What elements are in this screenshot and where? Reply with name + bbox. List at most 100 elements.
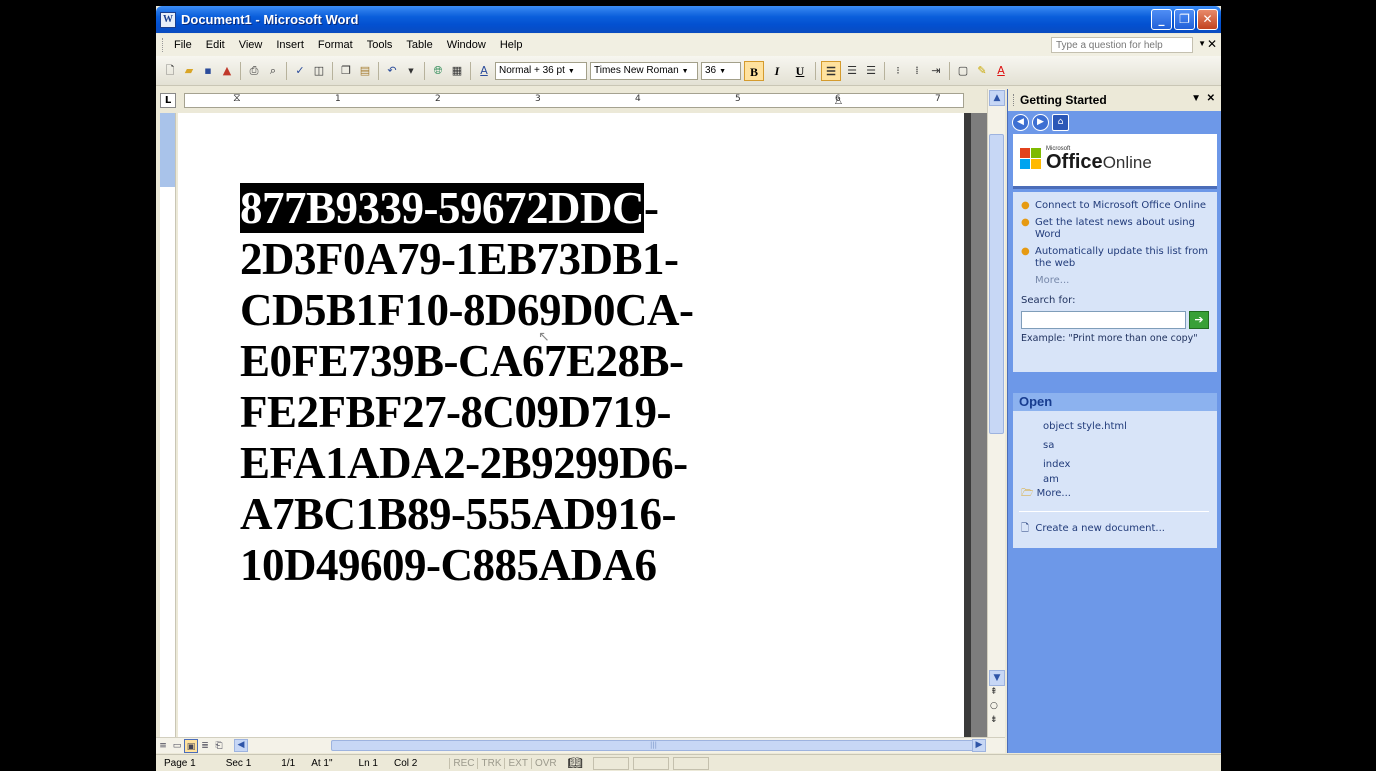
vertical-ruler[interactable] bbox=[160, 113, 176, 738]
title-bar[interactable]: W Document1 - Microsoft Word _ ❐ ✕ bbox=[156, 6, 1221, 33]
scroll-up-icon[interactable]: ▲ bbox=[989, 90, 1005, 106]
text-line[interactable]: 10D49609-C885ADA6 bbox=[240, 540, 693, 591]
recent-file[interactable]: index bbox=[1043, 455, 1217, 474]
menu-format[interactable]: Format bbox=[311, 39, 360, 51]
back-icon[interactable]: ◀ bbox=[1012, 114, 1029, 131]
styles-icon[interactable]: A bbox=[476, 63, 492, 79]
horizontal-scroll-thumb[interactable]: ||| bbox=[331, 740, 976, 751]
search-input[interactable] bbox=[1021, 311, 1186, 329]
spelling-icon[interactable]: ✓ bbox=[292, 63, 308, 79]
link-auto-update[interactable]: Automatically update this list from the … bbox=[1035, 246, 1211, 270]
table-icon[interactable]: ▦ bbox=[449, 63, 465, 79]
italic-button[interactable]: I bbox=[767, 61, 787, 81]
task-pane-title[interactable]: Getting Started bbox=[1020, 93, 1107, 107]
text-line[interactable]: CD5B1F10-8D69D0CA- bbox=[240, 285, 694, 336]
scroll-left-icon[interactable]: ◀ bbox=[234, 739, 248, 752]
text-line[interactable]: A7BC1B89-555AD916- bbox=[240, 489, 693, 540]
close-document-icon[interactable]: ✕ bbox=[1207, 37, 1217, 51]
link-connect-office-online[interactable]: Connect to Microsoft Office Online bbox=[1035, 200, 1206, 212]
print-icon[interactable]: ⎙ bbox=[246, 63, 262, 79]
size-combo[interactable]: 36 ▼ bbox=[701, 61, 741, 80]
create-new-document-link[interactable]: 🗋 Create a new document... bbox=[1021, 521, 1165, 538]
web-view-icon[interactable]: ▭ bbox=[170, 739, 184, 753]
text-line[interactable]: EFA1ADA2-2B9299D6- bbox=[240, 438, 693, 489]
status-ovr[interactable]: OVR bbox=[530, 757, 560, 769]
font-combo[interactable]: Times New Roman ▼ bbox=[590, 61, 698, 80]
next-page-icon[interactable]: ⇟ bbox=[990, 715, 998, 725]
menu-window[interactable]: Window bbox=[440, 39, 493, 51]
menu-insert[interactable]: Insert bbox=[269, 39, 311, 51]
link-latest-news[interactable]: Get the latest news about using Word bbox=[1035, 217, 1211, 241]
open-more[interactable]: 🗁︎ More... bbox=[1013, 486, 1217, 503]
links-more[interactable]: More... bbox=[1021, 275, 1069, 287]
right-indent-icon[interactable]: △ bbox=[835, 96, 842, 106]
align-center-icon[interactable]: ☰ bbox=[844, 63, 860, 79]
text-line[interactable]: 877B9339-59672DDC- bbox=[240, 183, 693, 234]
recent-file[interactable]: am bbox=[1043, 474, 1217, 486]
menu-help[interactable]: Help bbox=[493, 39, 530, 51]
outline-view-icon[interactable]: ≣ bbox=[198, 739, 212, 753]
document-text[interactable]: 877B9339-59672DDC- 2D3F0A79-1EB73DB1- CD… bbox=[240, 183, 694, 591]
indent-marker-icon[interactable]: ⧖ bbox=[233, 91, 241, 105]
home-icon[interactable]: ⌂ bbox=[1052, 114, 1069, 131]
selected-text[interactable]: 877B9339-59672DDC bbox=[240, 183, 645, 233]
align-right-icon[interactable]: ☰ bbox=[863, 63, 879, 79]
font-color-icon[interactable]: A bbox=[993, 63, 1009, 79]
menu-grip[interactable] bbox=[162, 38, 165, 52]
print-view-icon[interactable]: ▣ bbox=[184, 738, 198, 753]
horizontal-ruler[interactable]: L 1 2 3 4 5 6 7 ⧖ △ bbox=[156, 89, 989, 113]
help-question-box[interactable]: Type a question for help bbox=[1051, 37, 1193, 53]
hyperlink-icon[interactable]: 🌐︎ bbox=[430, 63, 446, 79]
task-pane-header[interactable]: Getting Started ▼ ✕ bbox=[1008, 89, 1221, 111]
reading-view-icon[interactable]: ⎗ bbox=[212, 739, 226, 753]
maximize-button[interactable]: ❐ bbox=[1174, 9, 1195, 30]
vertical-scrollbar[interactable]: ▲ ▼ ⇞ ○ ⇟ bbox=[987, 89, 1005, 737]
menu-file[interactable]: File bbox=[167, 39, 199, 51]
task-pane-menu-icon[interactable]: ▼ ✕ bbox=[1191, 93, 1215, 104]
go-arrow-icon[interactable]: ➔ bbox=[1189, 311, 1209, 329]
forward-icon[interactable]: ▶ bbox=[1032, 114, 1049, 131]
numbering-icon[interactable]: ⁝ bbox=[890, 63, 906, 79]
status-trk[interactable]: TRK bbox=[477, 757, 504, 769]
document-page[interactable]: 877B9339-59672DDC- 2D3F0A79-1EB73DB1- CD… bbox=[178, 113, 964, 738]
scroll-down-icon[interactable]: ▼ bbox=[989, 670, 1005, 686]
text-line[interactable]: E0FE739B-CA67E28B- bbox=[240, 336, 693, 387]
paste-icon[interactable]: ▤ bbox=[357, 63, 373, 79]
highlight-icon[interactable]: ✎ bbox=[974, 63, 990, 79]
spelling-status-icon[interactable]: 📖︎ bbox=[560, 756, 591, 770]
menu-view[interactable]: View bbox=[232, 39, 270, 51]
text-line-rest[interactable]: - bbox=[644, 183, 659, 233]
help-dropdown-icon[interactable]: ▼ bbox=[1198, 39, 1206, 48]
scroll-right-icon[interactable]: ▶ bbox=[972, 739, 986, 752]
previous-page-icon[interactable]: ⇞ bbox=[990, 687, 998, 697]
menu-table[interactable]: Table bbox=[399, 39, 439, 51]
permission-icon[interactable]: ▲ bbox=[219, 63, 235, 79]
copy-icon[interactable]: ❐ bbox=[338, 63, 354, 79]
indent-icon[interactable]: ⇥ bbox=[928, 63, 944, 79]
save-icon[interactable]: ▪ bbox=[200, 63, 216, 79]
style-combo[interactable]: Normal + 36 pt ▼ bbox=[495, 61, 587, 80]
menu-edit[interactable]: Edit bbox=[199, 39, 232, 51]
browse-object-icon[interactable]: ○ bbox=[990, 701, 998, 711]
bold-button[interactable]: B bbox=[744, 60, 764, 81]
ruler-strip[interactable]: 1 2 3 4 5 6 7 ⧖ △ bbox=[184, 91, 964, 108]
research-icon[interactable]: ◫ bbox=[311, 63, 327, 79]
horizontal-scrollbar[interactable]: ≡ ▭ ▣ ≣ ⎗ ◀ ||| ▶ bbox=[156, 737, 1005, 753]
status-ext[interactable]: EXT bbox=[504, 757, 530, 769]
menu-tools[interactable]: Tools bbox=[360, 39, 400, 51]
normal-view-icon[interactable]: ≡ bbox=[156, 739, 170, 753]
office-online-banner[interactable]: Microsoft OfficeOnline bbox=[1013, 134, 1217, 189]
open-icon[interactable]: ▰ bbox=[181, 63, 197, 79]
recent-file[interactable]: sa bbox=[1043, 436, 1217, 455]
text-line[interactable]: 2D3F0A79-1EB73DB1- bbox=[240, 234, 693, 285]
scroll-thumb[interactable] bbox=[989, 134, 1004, 434]
print-preview-icon[interactable]: ⌕ bbox=[265, 63, 281, 79]
align-left-icon[interactable]: ☰ bbox=[821, 60, 841, 81]
new-icon[interactable]: 🗋 bbox=[162, 63, 178, 79]
undo-icon[interactable]: ↶ bbox=[384, 63, 400, 79]
recent-file[interactable]: object style.html bbox=[1043, 417, 1217, 436]
minimize-button[interactable]: _ bbox=[1151, 9, 1172, 30]
tab-selector[interactable]: L bbox=[160, 93, 176, 108]
status-rec[interactable]: REC bbox=[449, 757, 477, 769]
bullets-icon[interactable]: ⁞ bbox=[909, 63, 925, 79]
